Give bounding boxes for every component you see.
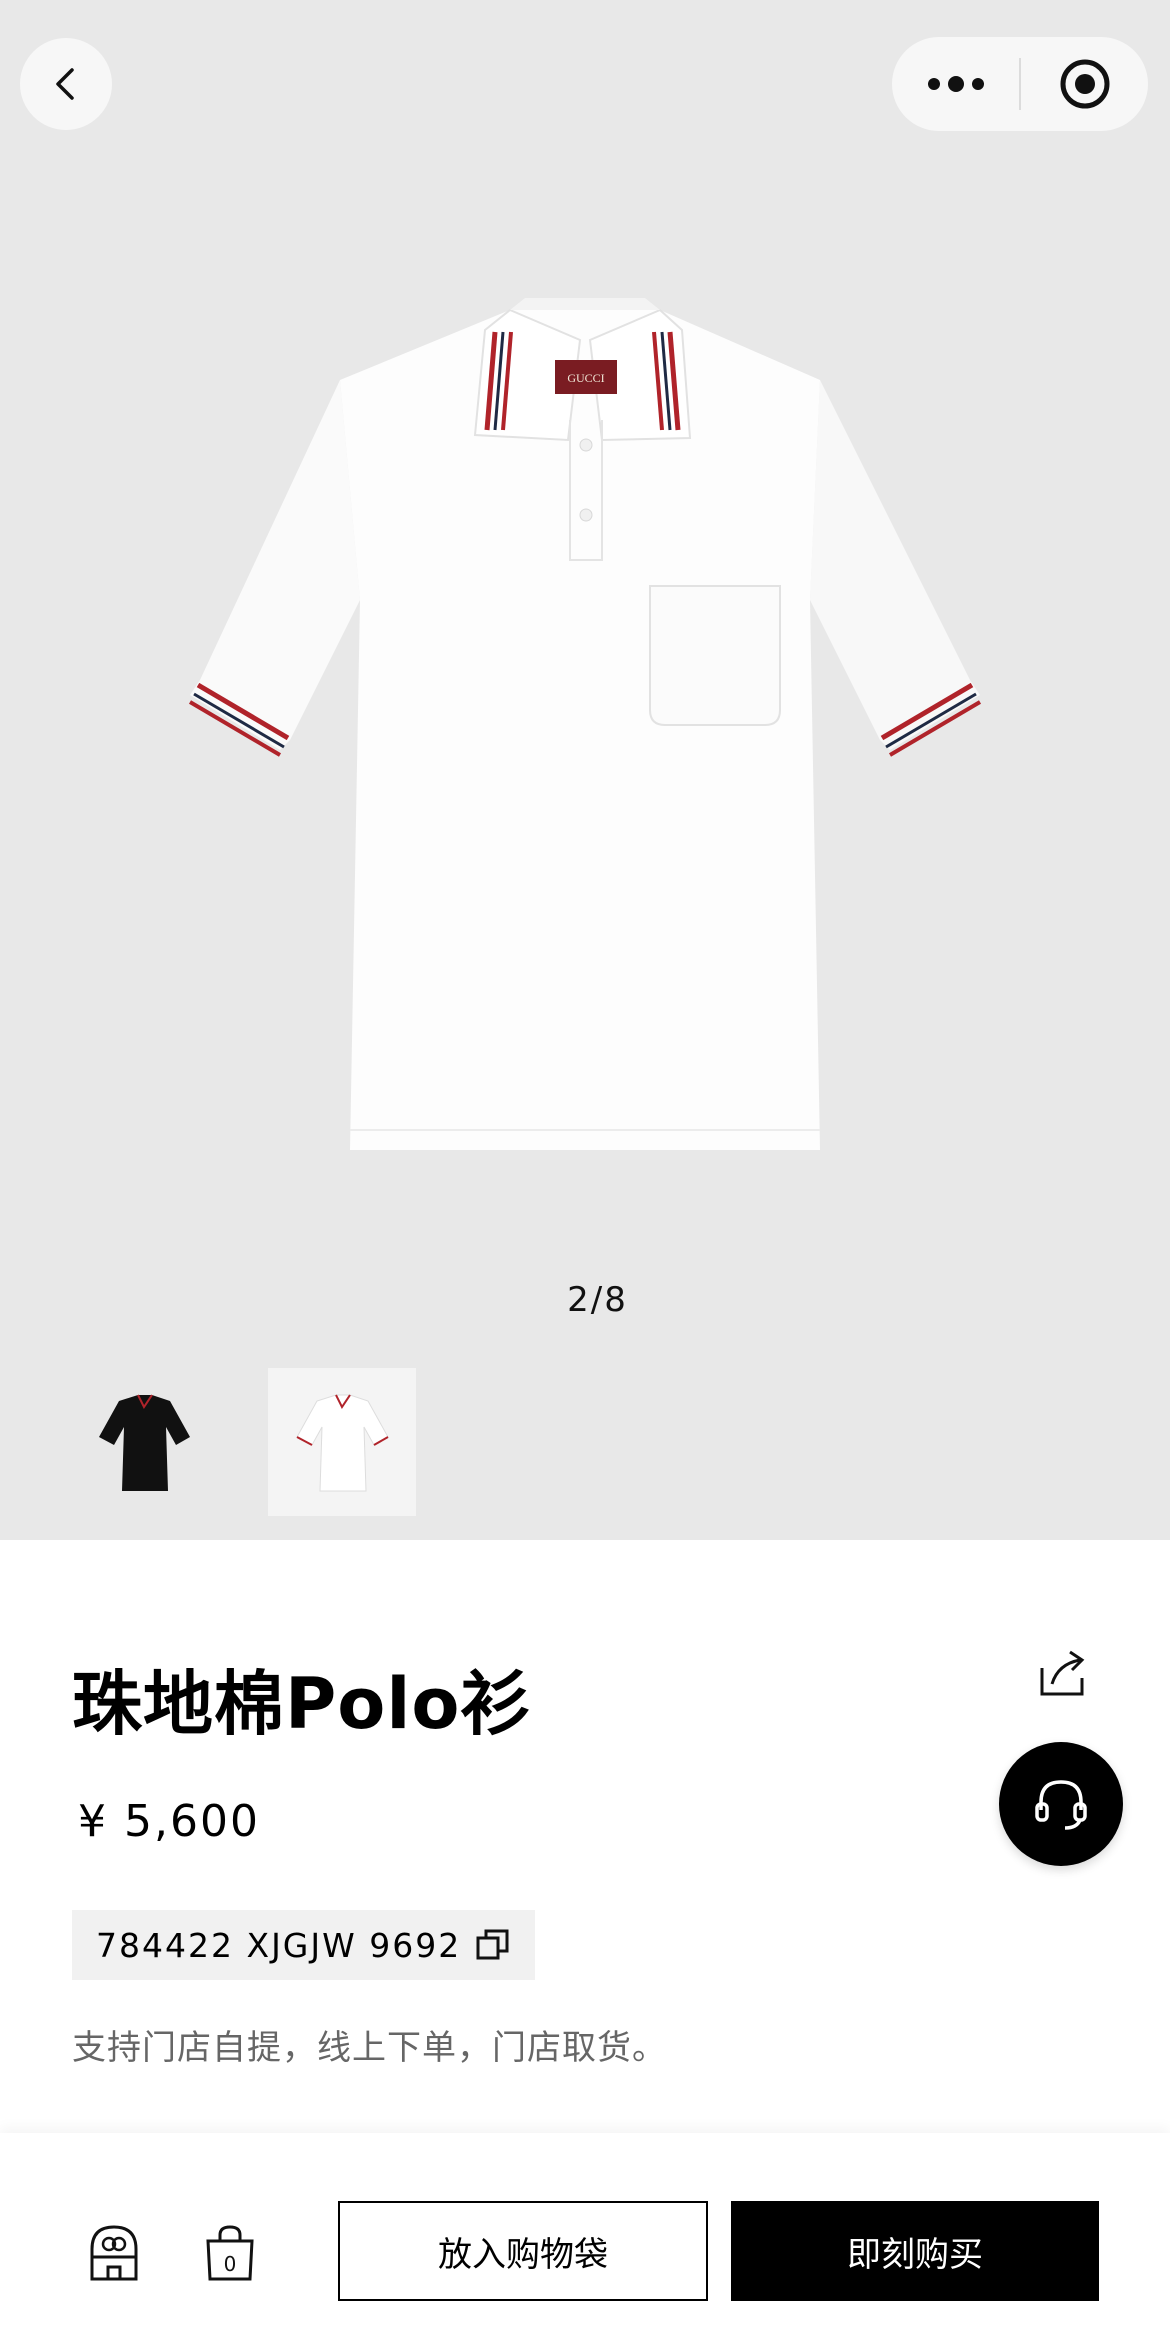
shopping-bag-button[interactable]: 0 bbox=[202, 2223, 258, 2283]
thumbnail-strip bbox=[70, 1368, 416, 1516]
mini-program-capsule bbox=[892, 37, 1148, 131]
more-button[interactable] bbox=[892, 37, 1019, 131]
back-button[interactable] bbox=[20, 38, 112, 130]
chevron-left-icon bbox=[56, 68, 74, 100]
product-gallery[interactable]: GUCCI 2/8 bbox=[0, 0, 1170, 1540]
bag-count: 0 bbox=[224, 2252, 237, 2276]
close-button[interactable] bbox=[1021, 37, 1148, 131]
image-counter: 2/8 bbox=[567, 1280, 628, 1320]
black-polo-thumbnail bbox=[99, 1394, 190, 1491]
store-button[interactable] bbox=[86, 2223, 142, 2283]
buy-now-button[interactable]: 即刻购买 bbox=[731, 2201, 1099, 2301]
share-button[interactable] bbox=[1036, 1648, 1088, 1700]
brand-label: GUCCI bbox=[567, 371, 604, 385]
more-dots-icon bbox=[927, 76, 984, 92]
top-bar bbox=[0, 0, 1170, 170]
white-polo-thumbnail bbox=[296, 1394, 389, 1492]
sku-number: 784422 XJGJW 9692 bbox=[96, 1925, 462, 1965]
add-to-bag-button[interactable]: 放入购物袋 bbox=[338, 2201, 708, 2301]
product-price: ¥ 5,600 bbox=[78, 1796, 260, 1847]
pickup-note: 支持门店自提，线上下单，门店取货。 bbox=[72, 2028, 667, 2068]
product-image[interactable]: GUCCI bbox=[170, 270, 1000, 1170]
thumbnail-white[interactable] bbox=[268, 1368, 416, 1516]
bottom-action-bar: 0 放入购物袋 即刻购买 bbox=[0, 2133, 1170, 2335]
headset-icon bbox=[1035, 1780, 1087, 1830]
copy-icon[interactable] bbox=[475, 1927, 511, 1963]
shopping-bag-icon: 0 bbox=[206, 2225, 254, 2281]
thumbnail-black[interactable] bbox=[70, 1368, 218, 1516]
customer-service-button[interactable] bbox=[999, 1742, 1123, 1866]
sku-box[interactable]: 784422 XJGJW 9692 bbox=[72, 1910, 536, 1980]
target-close-icon bbox=[1060, 59, 1109, 109]
share-icon bbox=[1040, 1650, 1085, 1696]
store-icon bbox=[90, 2225, 138, 2281]
product-title: 珠地棉Polo衫 bbox=[72, 1663, 532, 1745]
